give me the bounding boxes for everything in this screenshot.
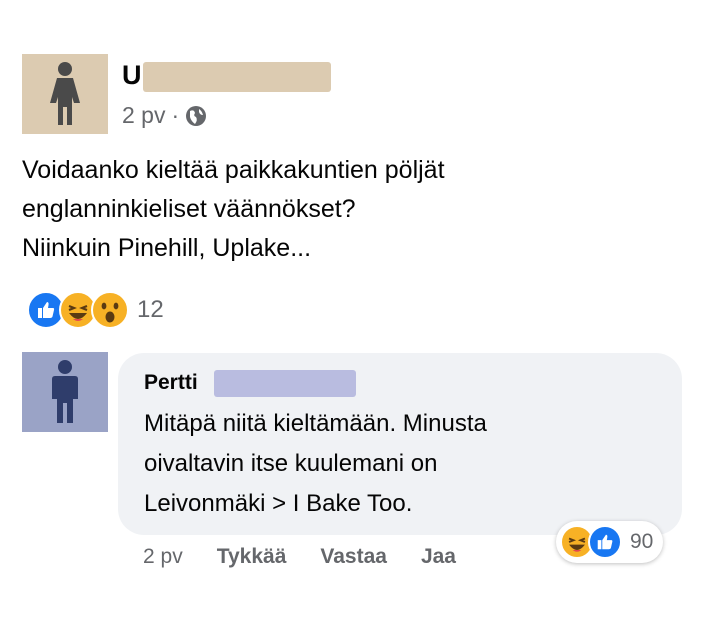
globe-icon bbox=[186, 105, 207, 126]
like-reaction-icon bbox=[588, 525, 622, 559]
post-author-name[interactable]: U bbox=[122, 60, 142, 91]
reply-button[interactable]: Vastaa bbox=[320, 545, 387, 569]
comment-body: Mitäpä niitä kieltämään. Minusta oivalta… bbox=[144, 404, 487, 524]
post-meta: 2 pv · bbox=[122, 102, 207, 129]
comment-reaction-count: 90 bbox=[630, 530, 654, 553]
redacted-name-block bbox=[143, 62, 331, 92]
post-timestamp[interactable]: 2 pv bbox=[122, 102, 165, 129]
redacted-name-block bbox=[214, 370, 356, 397]
wow-reaction-icon bbox=[91, 291, 129, 329]
comment-author-avatar[interactable] bbox=[22, 352, 108, 432]
share-button[interactable]: Jaa bbox=[421, 545, 456, 569]
male-person-icon bbox=[52, 360, 78, 423]
post-reactions[interactable]: 12 bbox=[27, 291, 164, 329]
post-text-line: Niinkuin Pinehill, Uplake... bbox=[22, 234, 312, 262]
comment-text-line: Mitäpä niitä kieltämään. Minusta bbox=[144, 410, 487, 437]
meta-separator: · bbox=[171, 102, 180, 128]
comment-timestamp[interactable]: 2 pv bbox=[143, 545, 183, 569]
post-text-line: Voidaanko kieltää paikkakuntien pöljät bbox=[22, 156, 445, 184]
post-body: Voidaanko kieltää paikkakuntien pöljät e… bbox=[22, 151, 662, 268]
post-text-line: englanninkieliset väännökset? bbox=[22, 195, 356, 223]
comment-reactions[interactable]: 90 bbox=[556, 521, 664, 563]
comment-actions: 2 pv Tykkää Vastaa Jaa bbox=[143, 545, 456, 569]
comment-author-name[interactable]: Pertti bbox=[144, 371, 198, 395]
female-person-icon bbox=[50, 62, 80, 125]
comment-text-line: oivaltavin itse kuulemani on bbox=[144, 450, 438, 477]
comment-text-line: Leivonmäki > I Bake Too. bbox=[144, 490, 413, 517]
post-reaction-count[interactable]: 12 bbox=[137, 296, 164, 324]
post-author-avatar[interactable] bbox=[22, 54, 108, 134]
like-button[interactable]: Tykkää bbox=[217, 545, 287, 569]
